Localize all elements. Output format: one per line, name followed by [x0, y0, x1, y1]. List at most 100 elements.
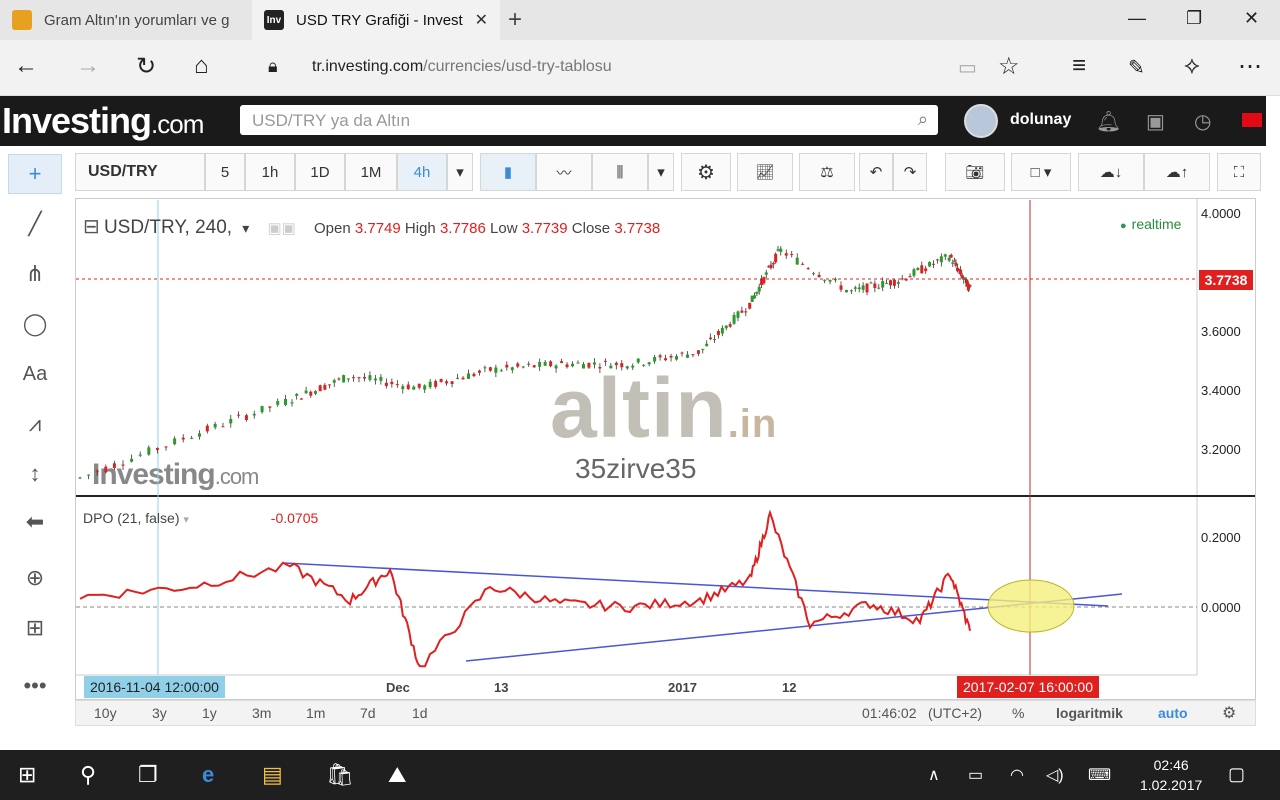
bars-chart-icon[interactable]: ⫼ [592, 153, 648, 191]
share-icon[interactable]: ⟡ [1184, 52, 1200, 80]
start-date-tag: 2016-11-04 12:00:00 [84, 676, 225, 698]
chart-type-dropdown-icon[interactable]: ▾ [648, 153, 674, 191]
range-3y[interactable]: 3y [152, 705, 167, 721]
low-value: 3.7739 [521, 220, 568, 237]
range-1m[interactable]: 1m [306, 705, 325, 721]
chevron-up-icon[interactable]: ∧ [928, 765, 940, 785]
dpo-dropdown-icon[interactable]: ▾ [183, 514, 189, 526]
windows-start-icon[interactable]: ⊞ [18, 762, 36, 788]
favorite-star-icon[interactable]: ☆ [998, 52, 1020, 81]
arrow-left-icon[interactable]: ⬅ [8, 502, 62, 542]
percent-toggle[interactable]: % [1012, 705, 1024, 721]
tab-title: USD TRY Grafiği - Invest [296, 11, 463, 29]
log-toggle[interactable]: logaritmik [1056, 705, 1123, 721]
settings-gear-icon[interactable]: ⚙ [681, 153, 731, 191]
redo-icon[interactable]: ↷ [893, 153, 927, 191]
pattern-tool-icon[interactable]: ⩘ [8, 404, 62, 444]
username[interactable]: dolunay [1010, 111, 1071, 129]
volume-icon[interactable]: ◁) [1046, 765, 1064, 785]
forward-arrow-icon[interactable]: → [76, 52, 100, 80]
clock-icon[interactable]: ◷ [1194, 109, 1211, 134]
store-icon[interactable]: 🛍︎ [326, 762, 354, 788]
close-window-button[interactable]: ✕ [1244, 8, 1259, 29]
range-10y[interactable]: 10y [94, 705, 117, 721]
notifications-icon[interactable]: ▢ [1228, 764, 1245, 785]
open-value: 3.7749 [354, 220, 401, 237]
minimize-button[interactable]: — [1128, 8, 1146, 29]
legend-settings-icon[interactable]: ▣▣ [267, 220, 295, 237]
interval-dropdown-icon[interactable]: ▾ [447, 153, 473, 191]
address-bar[interactable]: tr.investing.com/currencies/usd-try-tabl… [312, 58, 612, 76]
maximize-button[interactable]: ❐ [1186, 8, 1202, 29]
color-swatch-icon[interactable]: □ ▾ [1011, 153, 1071, 191]
hub-icon[interactable]: ≡ [1072, 52, 1086, 80]
ruler-icon[interactable]: ⊞ [8, 608, 62, 648]
ellipse-tool-icon[interactable]: ◯ [8, 304, 62, 344]
new-tab-button[interactable]: + [508, 6, 522, 34]
tab-usd-try[interactable]: Inv USD TRY Grafiği - Invest ✕ [252, 0, 500, 40]
candles-icon[interactable]: ▮ [480, 153, 536, 191]
web-note-icon[interactable]: ✎ [1128, 55, 1145, 80]
cloud-download-icon[interactable]: ☁↓ [1078, 153, 1144, 191]
line-chart-icon[interactable]: 〰 [536, 153, 592, 191]
home-icon[interactable]: ⌂ [194, 52, 209, 80]
edge-browser-icon[interactable]: e [202, 762, 214, 788]
investing-logo[interactable]: Investing.com [2, 100, 204, 142]
measure-tool-icon[interactable]: ↕ [8, 454, 62, 494]
interval-4h[interactable]: 4h [397, 153, 447, 191]
taskbar-clock[interactable]: 02:46 1.02.2017 [1140, 755, 1202, 795]
range-3m[interactable]: 3m [252, 705, 271, 721]
interval-1d[interactable]: 1D [295, 153, 345, 191]
refresh-icon[interactable]: ↻ [136, 52, 156, 81]
portfolio-icon[interactable]: ▣ [1146, 109, 1165, 134]
legend-dropdown-icon[interactable]: ▾ [242, 220, 249, 236]
battery-icon[interactable]: ▭ [968, 765, 983, 785]
indicators-icon[interactable]: 📈︎ [737, 153, 793, 191]
symbol-input[interactable]: USD/TRY [75, 153, 205, 191]
search-icon[interactable]: ⌕ [918, 109, 928, 130]
range-1d[interactable]: 1d [412, 705, 428, 721]
close-tab-icon[interactable]: ✕ [475, 10, 488, 30]
browser-nav-bar: ← → ↻ ⌂ 🔒︎ tr.investing.com/currencies/u… [0, 40, 1280, 96]
interval-1m[interactable]: 1M [345, 153, 397, 191]
task-view-icon[interactable]: ❐ [138, 762, 158, 788]
tab-gram-altin[interactable]: Gram Altın'ın yorumları ve g [0, 0, 252, 40]
time-tick-label: 13 [494, 680, 509, 695]
interval-1h[interactable]: 1h [245, 153, 295, 191]
more-menu-icon[interactable]: ⋯ [1238, 52, 1262, 81]
camera-icon[interactable]: 📷︎ [945, 153, 1005, 191]
timezone[interactable]: (UTC+2) [928, 705, 982, 721]
auto-toggle[interactable]: auto [1158, 705, 1188, 721]
reading-view-icon[interactable]: ▭ [958, 55, 977, 80]
collapse-icon[interactable]: ⊟ [83, 216, 100, 238]
price-tick-label: 3.4000 [1201, 383, 1241, 398]
chart-settings-gear-icon[interactable]: ⚙ [1222, 703, 1236, 723]
avatar[interactable] [964, 104, 998, 138]
photos-icon[interactable]: ⛰ [388, 762, 406, 788]
realtime-status: realtime [1120, 216, 1182, 232]
cloud-upload-icon[interactable]: ☁↑ [1144, 153, 1210, 191]
search-input[interactable]: USD/TRY ya da Altın ⌕ [240, 105, 938, 135]
more-tools-icon[interactable]: ••• [8, 666, 62, 706]
price-legend: ⊟ USD/TRY, 240, ▾ ▣▣ Open 3.7749 High 3.… [83, 216, 661, 238]
crosshair-tool-icon[interactable]: + [8, 154, 62, 194]
wifi-icon[interactable]: ◠ [1010, 765, 1024, 785]
dpo-value: -0.0705 [270, 510, 319, 526]
bell-icon[interactable]: 🔔︎ [1096, 109, 1121, 134]
interval-5[interactable]: 5 [205, 153, 245, 191]
high-value: 3.7786 [439, 220, 486, 237]
zoom-in-icon[interactable]: ⊕ [8, 558, 62, 598]
range-7d[interactable]: 7d [360, 705, 376, 721]
turkey-flag-icon[interactable] [1242, 113, 1262, 127]
back-arrow-icon[interactable]: ← [14, 52, 38, 80]
pitchfork-tool-icon[interactable]: ⋔ [8, 254, 62, 294]
search-icon[interactable]: ⚲ [80, 762, 96, 788]
keyboard-icon[interactable]: ⌨ [1088, 765, 1111, 785]
text-tool-icon[interactable]: Aa [8, 354, 62, 394]
trend-line-tool-icon[interactable]: ╱ [8, 204, 62, 244]
undo-icon[interactable]: ↶ [859, 153, 893, 191]
fullscreen-icon[interactable]: ⛶ [1217, 153, 1261, 191]
range-1y[interactable]: 1y [202, 705, 217, 721]
file-explorer-icon[interactable]: ▤ [262, 762, 283, 788]
compare-icon[interactable]: ⚖ [799, 153, 855, 191]
